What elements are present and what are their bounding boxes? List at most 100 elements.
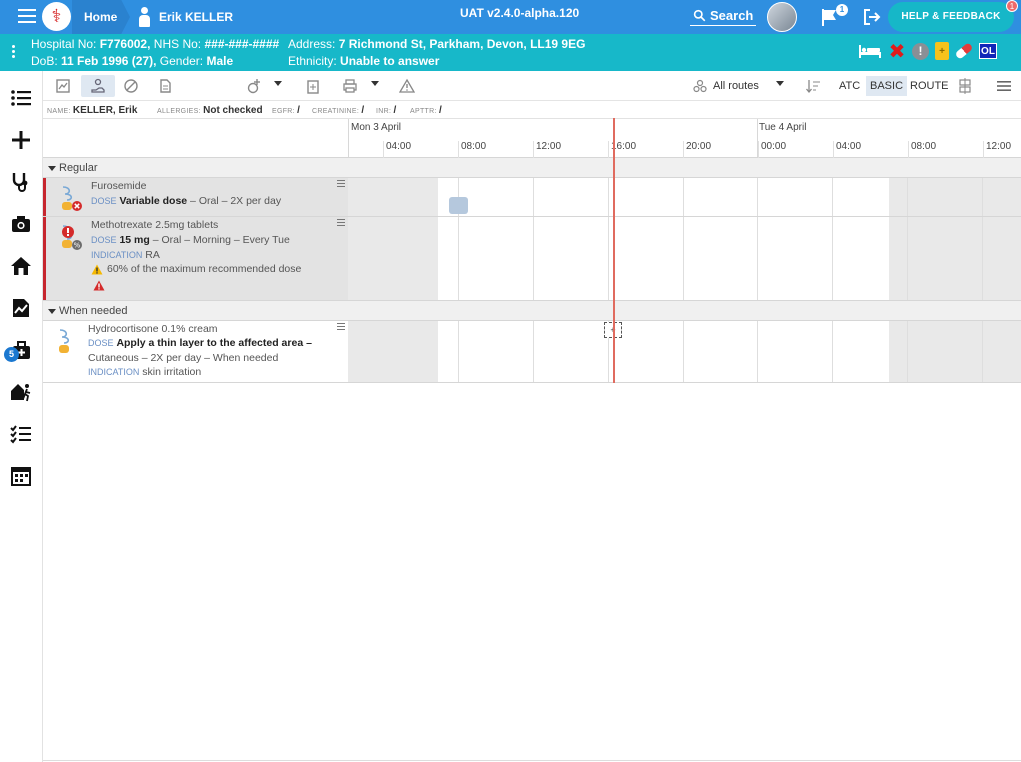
- home-icon[interactable]: [9, 254, 33, 278]
- bed-icon[interactable]: [858, 42, 882, 60]
- group-icon: [959, 78, 971, 94]
- add-medication-button[interactable]: [245, 75, 263, 97]
- user-avatar[interactable]: [767, 2, 797, 32]
- print-button[interactable]: [341, 75, 359, 97]
- hour-label: 20:00: [683, 141, 711, 158]
- medication-dose-line: DOSE Apply a thin layer to the affected …: [88, 337, 312, 349]
- dose-event[interactable]: [449, 197, 468, 214]
- hour-label: 08:00: [908, 141, 936, 158]
- view-document-button[interactable]: [157, 75, 173, 97]
- day-label: Mon 3 April: [351, 122, 402, 133]
- camera-icon[interactable]: [9, 212, 33, 236]
- indication-label: INDICATION: [88, 367, 140, 377]
- breadcrumb-patient[interactable]: Erik KELLER: [138, 0, 233, 34]
- clipboard-icon[interactable]: +: [935, 42, 949, 60]
- plus-icon[interactable]: [9, 128, 33, 152]
- warnings-button[interactable]: [398, 75, 416, 97]
- sort-button[interactable]: [805, 75, 821, 97]
- list-icon[interactable]: [9, 86, 33, 110]
- kebab-icon[interactable]: [12, 45, 16, 60]
- basic-tab[interactable]: BASIC: [866, 76, 908, 96]
- medication-row[interactable]: Hydrocortisone 0.1% cream DOSE Apply a t…: [43, 321, 1021, 383]
- add-pill-icon: [247, 79, 260, 94]
- app-logo[interactable]: ⚕: [42, 2, 71, 31]
- search-button[interactable]: Search: [690, 6, 756, 26]
- egfr-value: /: [297, 105, 300, 116]
- ethnicity-label: Ethnicity:: [288, 54, 337, 68]
- medication-row[interactable]: Furosemide DOSE Variable dose – Oral – 2…: [43, 178, 1021, 217]
- medication-info[interactable]: Hydrocortisone 0.1% cream DOSE Apply a t…: [43, 321, 348, 382]
- calendar-grid-icon[interactable]: [9, 464, 33, 488]
- medication-row[interactable]: % Methotrexate 2.5mg tablets DOSE 15 mg …: [43, 217, 1021, 301]
- routes-dropdown[interactable]: [776, 81, 784, 86]
- allergies-value: Not checked: [203, 105, 263, 116]
- more-menu-button[interactable]: [996, 75, 1012, 97]
- dob-label: DoB:: [31, 54, 58, 68]
- chart-doc-icon[interactable]: [9, 296, 33, 320]
- medication-status-icon: [62, 186, 82, 211]
- close-icon[interactable]: ✖: [888, 41, 906, 63]
- view-pill-button[interactable]: [123, 75, 139, 97]
- group-when-needed[interactable]: When needed: [43, 301, 1021, 321]
- alert-triangle-icon[interactable]: [93, 280, 105, 291]
- group-regular[interactable]: Regular: [43, 158, 1021, 178]
- hour-label: 12:00: [533, 141, 561, 158]
- top-bar: ⚕ Home Erik KELLER UAT v2.4.0-alpha.120 …: [0, 0, 1021, 34]
- address-value: 7 Richmond St, Parkham, Devon, LL19 9EG: [338, 37, 586, 51]
- timeline-cells[interactable]: [348, 178, 1021, 216]
- timeline-cells[interactable]: +: [348, 321, 1021, 382]
- dose-value: 15 mg: [119, 234, 150, 246]
- info-inr: INR: /: [376, 105, 396, 116]
- breadcrumb-home[interactable]: Home: [72, 0, 130, 34]
- banner-address: Address: 7 Richmond St, Parkham, Devon, …: [288, 37, 585, 51]
- alert-icon[interactable]: !: [912, 42, 929, 60]
- add-order-button[interactable]: [305, 75, 321, 97]
- route-tab[interactable]: ROUTE: [906, 76, 953, 96]
- checklist-icon[interactable]: [9, 422, 33, 446]
- row-menu-icon[interactable]: [337, 323, 345, 332]
- past-shade: [348, 321, 438, 382]
- gender-value: Male: [206, 54, 234, 68]
- indication-value: skin irritation: [142, 366, 202, 378]
- logout-icon[interactable]: [862, 8, 882, 26]
- current-time-line: [613, 118, 615, 383]
- pill-icon[interactable]: [954, 42, 974, 60]
- egfr-label: EGFR:: [272, 108, 295, 115]
- inr-label: INR:: [376, 108, 392, 115]
- medication-status-icon: [59, 329, 70, 353]
- medication-info[interactable]: Furosemide DOSE Variable dose – Oral – 2…: [43, 178, 348, 216]
- timeline-cells[interactable]: [348, 217, 1021, 300]
- gender-label: Gender:: [159, 54, 204, 68]
- future-shade: [889, 178, 1021, 216]
- group-regular-label: Regular: [59, 162, 98, 174]
- atc-tab[interactable]: ATC: [835, 76, 864, 96]
- view-prescriber-button[interactable]: [81, 75, 115, 97]
- view-chart-button[interactable]: [55, 75, 71, 97]
- row-menu-icon[interactable]: [337, 180, 345, 189]
- dose-detail: Cutaneous – 2X per day – When needed: [88, 352, 279, 364]
- banner-row-1: Hospital No: F776002, NHS No: ###-###-##…: [31, 37, 279, 51]
- banner-row-2: DoB: 11 Feb 1996 (27), Gender: Male: [31, 54, 233, 68]
- patient-banner: Hospital No: F776002, NHS No: ###-###-##…: [0, 34, 1021, 71]
- menu-icon[interactable]: [18, 9, 36, 23]
- medication-info[interactable]: % Methotrexate 2.5mg tablets DOSE 15 mg …: [43, 217, 348, 300]
- hour-label: 08:00: [458, 141, 486, 158]
- ol-badge[interactable]: OL: [979, 43, 997, 59]
- info-apttr: APTTR: /: [410, 105, 442, 116]
- medication-indication-line: INDICATION skin irritation: [88, 366, 201, 378]
- help-feedback-button[interactable]: HELP & FEEDBACK: [888, 2, 1014, 32]
- print-dropdown[interactable]: [371, 81, 379, 86]
- info-creatinine: CREATININE: /: [312, 105, 364, 116]
- dose-label: DOSE: [91, 235, 117, 245]
- warning-text: 60% of the maximum recommended dose: [107, 263, 302, 275]
- indication-value: RA: [145, 249, 160, 261]
- medication-name: Methotrexate 2.5mg tablets: [91, 219, 219, 231]
- group-button[interactable]: [957, 75, 973, 97]
- version-label: UAT v2.4.0-alpha.120: [460, 6, 580, 20]
- row-menu-icon[interactable]: [337, 219, 345, 228]
- walking-house-icon[interactable]: [9, 380, 33, 404]
- routes-filter[interactable]: All routes: [693, 79, 759, 93]
- add-medication-dropdown[interactable]: [274, 81, 282, 86]
- hospital-no: F776002,: [99, 37, 151, 51]
- stethoscope-icon[interactable]: [9, 170, 33, 194]
